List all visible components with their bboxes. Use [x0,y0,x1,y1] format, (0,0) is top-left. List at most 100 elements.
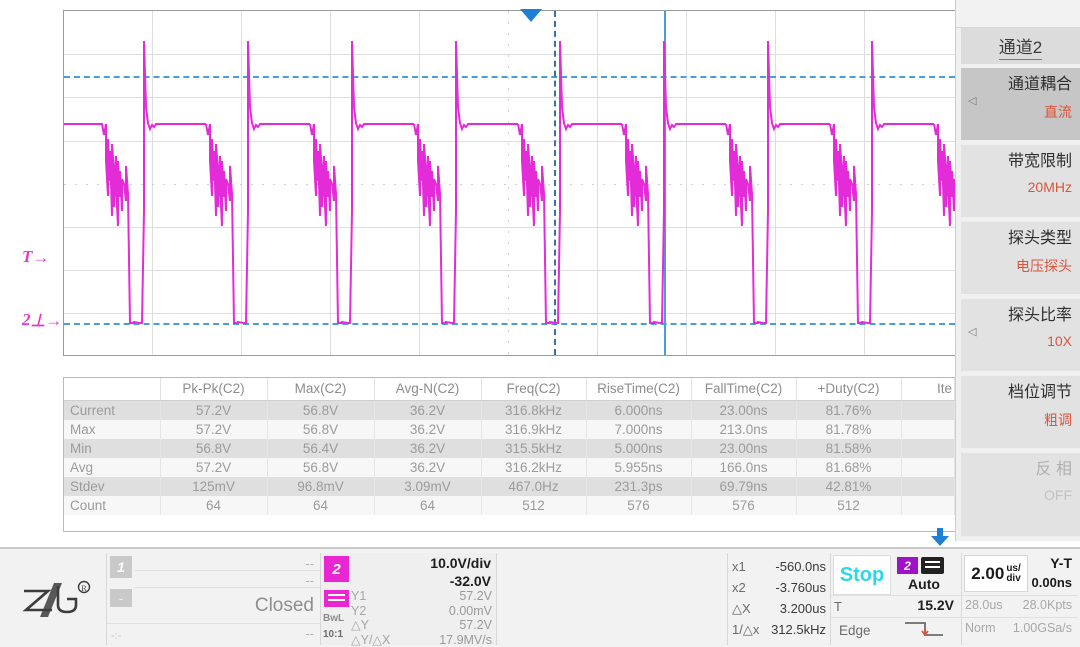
table-row[interactable]: Count 64 64 64 512 576 576 512 [64,496,955,515]
sidebar-item-label: 档位调节 [961,383,1072,403]
sidebar-item-probe-type[interactable]: 探头类型 电压探头 [961,222,1080,296]
table-col-header[interactable]: Pk-Pk(C2) [160,378,267,401]
timebase-panel[interactable]: 2.00 us/ div Y-T 0.00ns 28.0us 28.0Kpts … [962,553,1078,645]
cursor-readout-row: Y2 0.00mV [351,604,492,619]
table-cell: 42.81% [796,477,901,496]
table-cell: 316.8kHz [481,401,586,421]
table-cell: 81.76% [796,401,901,421]
divider [962,595,1078,596]
table-cell [901,477,955,496]
cursor-key: Y2 [351,604,366,619]
table-cell: 315.5kHz [481,439,586,458]
table-col-header[interactable]: RiseTime(C2) [586,378,691,401]
acquisition-mode: Norm [965,621,996,635]
chevron-left-icon: ◁ [968,94,976,107]
table-cell: 64 [160,496,267,515]
table-cell: 316.9kHz [481,420,586,439]
table-cell: 36.2V [374,420,481,439]
trigger-type[interactable]: Edge [839,623,871,638]
trigger-level-key: T [834,599,842,614]
table-row[interactable]: Min 56.8V 56.4V 36.2V 315.5kHz 5.000ns 2… [64,439,955,458]
table-cell: 512 [796,496,901,515]
table-col-header[interactable]: Avg-N(C2) [374,378,481,401]
status-bar: R 1 - -- -- Closed -:- -- 2 10.0V/div -3… [0,547,1080,647]
channel2-panel[interactable]: 2 10.0V/div -32.0V BwL 10:1 Y1 57.2V Y2 … [321,553,497,645]
trigger-level-marker[interactable]: T→ [22,247,49,267]
row-label: Count [64,496,160,515]
trigger-source-badge[interactable]: 2 [897,557,918,574]
table-cell: 56.8V [267,401,374,421]
channel1-volts-div: -- [305,556,314,571]
table-cell: 7.000ns [586,420,691,439]
channel1-coupling-badge[interactable]: - [110,589,132,607]
table-col-header[interactable] [64,378,160,401]
memory-depth: 28.0Kpts [1023,598,1072,612]
sidebar-item-channel-coupling[interactable]: ◁ 通道耦合 直流 [961,68,1080,142]
sidebar-item-bandwidth-limit[interactable]: 带宽限制 20MHz [961,145,1080,219]
divider [107,623,320,624]
sidebar-item-scale-adjust[interactable]: 档位调节 粗调 [961,376,1080,450]
cursor-value: 57.2V [459,589,492,604]
table-col-header[interactable]: Ite [901,378,955,401]
waveform-display-area[interactable]: T→ 2⊥→ [0,0,955,370]
channel2-ground-marker[interactable]: 2⊥→ [22,310,62,330]
cursor-x-row: x2 -3.760us [732,577,826,598]
sidebar-top-strip [956,0,1080,28]
cursor-x-panel[interactable]: x1 -560.0ns x2 -3.760us △X 3.200us 1/△x … [727,553,831,645]
sidebar-item-invert[interactable]: 反 相 OFF [961,453,1080,538]
table-cell: 5.000ns [586,439,691,458]
dc-coupling-icon[interactable] [324,590,349,607]
channel-settings-sidebar[interactable]: 通道2 ◁ 通道耦合 直流 带宽限制 20MHz 探头类型 电压探头 ◁ 探头比… [955,0,1080,541]
table-col-header[interactable]: FallTime(C2) [691,378,796,401]
table-cell [901,420,955,439]
channel2-badge[interactable]: 2 [324,556,349,582]
trigger-level-value[interactable]: 15.2V [917,597,954,613]
channel1-panel[interactable]: 1 - -- -- Closed -:- -- [106,553,321,645]
row-label: Min [64,439,160,458]
table-col-header[interactable]: Max(C2) [267,378,374,401]
table-col-header[interactable]: +Duty(C2) [796,378,901,401]
table-row[interactable]: Stdev 125mV 96.8mV 3.09mV 467.0Hz 231.3p… [64,477,955,496]
table-row[interactable]: Max 57.2V 56.8V 36.2V 316.9kHz 7.000ns 2… [64,420,955,439]
timebase-scale[interactable]: 2.00 us/ div [964,555,1028,592]
display-mode[interactable]: Y-T [1050,555,1072,571]
cursor-readout-row: Y1 57.2V [351,589,492,604]
table-cell: 316.2kHz [481,458,586,477]
sidebar-title: 通道2 [961,28,1080,64]
trigger-position-marker[interactable] [520,9,542,22]
scroll-down-icon[interactable] [928,528,952,546]
table-cell: 57.2V [160,401,267,421]
waveform-grid[interactable] [63,10,955,356]
cursor-x-row: △X 3.200us [732,598,826,619]
table-cell: 213.0ns [691,420,796,439]
table-cell [901,439,955,458]
cursor-value: 0.00mV [449,604,492,619]
table-cell: 231.3ps [586,477,691,496]
table-cell: 576 [691,496,796,515]
channel1-offset: -- [305,573,314,588]
channel1-badge[interactable]: 1 [110,556,132,578]
trigger-panel[interactable]: Stop 2 Auto T 15.2V Edge [831,553,962,645]
trigger-coupling-icon[interactable] [921,557,944,574]
divider [831,617,961,618]
channel2-waveform-trace [64,11,956,357]
status-bar-blank-area [497,553,724,645]
run-stop-status[interactable]: Stop [833,555,891,595]
table-col-header[interactable]: Freq(C2) [481,378,586,401]
sidebar-item-probe-ratio[interactable]: ◁ 探头比率 10X [961,299,1080,373]
timebase-value: 2.00 [971,564,1004,584]
divider [135,587,320,588]
measurement-table[interactable]: Pk-Pk(C2) Max(C2) Avg-N(C2) Freq(C2) Ris… [63,377,955,532]
table-row[interactable]: Avg 57.2V 56.8V 36.2V 316.2kHz 5.955ns 1… [64,458,955,477]
timebase-unit: us/ div [1006,564,1020,584]
table-cell [901,458,955,477]
sidebar-item-label: 带宽限制 [961,152,1072,172]
table-row[interactable]: Current 57.2V 56.8V 36.2V 316.8kHz 6.000… [64,401,955,421]
timebase-row-acq: Norm 1.00GSa/s [965,621,1072,635]
table-cell [901,496,955,515]
timebase-row-total: 28.0us 28.0Kpts [965,598,1072,612]
falling-edge-icon[interactable] [901,619,947,639]
horizontal-delay[interactable]: 0.00ns [1032,575,1072,590]
sidebar-title-text: 通道2 [999,33,1042,60]
trigger-mode[interactable]: Auto [894,576,954,592]
